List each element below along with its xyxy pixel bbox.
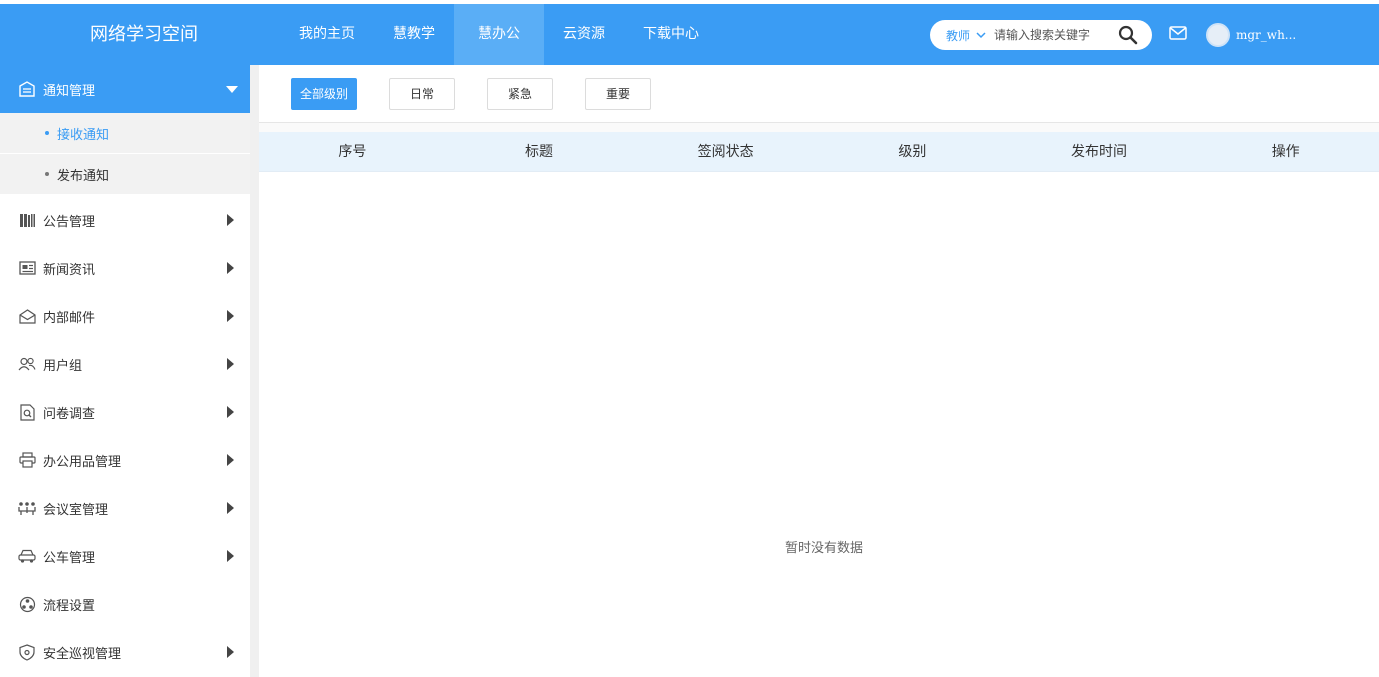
top-header: 网络学习空间 我的主页 慧教学 慧办公 云资源 下载中心 教师 mgr_wh..… <box>0 4 1379 65</box>
user-group-icon <box>18 355 36 373</box>
sidebar-divider <box>250 65 259 677</box>
bullet-icon <box>45 172 49 176</box>
column-header-publish-time: 发布时间 <box>1071 144 1128 160</box>
chevron-down-icon <box>976 31 986 38</box>
sidebar-item-news[interactable]: 新闻资讯 <box>0 244 250 292</box>
sidebar-item-office-supplies[interactable]: 办公用品管理 <box>0 436 250 484</box>
search-icon[interactable] <box>1118 25 1138 45</box>
sidebar-item-label: 公告管理 <box>43 214 96 230</box>
sidebar-item-label: 内部邮件 <box>43 310 96 326</box>
column-header-actions: 操作 <box>1271 144 1300 160</box>
empty-state-text: 暂时没有数据 <box>784 541 863 556</box>
sidebar-item-workflow[interactable]: 流程设置 <box>0 580 250 628</box>
table-header: 序号 标题 签阅状态 级别 发布时间 操作 <box>259 132 1379 172</box>
column-header-level: 级别 <box>898 144 927 160</box>
sidebar-item-announcement[interactable]: 公告管理 <box>0 196 250 244</box>
sidebar-item-label: 公车管理 <box>43 550 96 566</box>
caret-right-icon <box>227 214 234 226</box>
caret-right-icon <box>227 502 234 514</box>
column-header-index: 序号 <box>338 144 367 160</box>
caret-right-icon <box>227 262 234 274</box>
workflow-icon <box>18 595 36 613</box>
submenu-label: 接收通知 <box>57 127 110 143</box>
column-header-title: 标题 <box>525 144 553 160</box>
sidebar-item-user-group[interactable]: 用户组 <box>0 340 250 388</box>
caret-right-icon <box>227 358 234 370</box>
level-filter-bar: 全部级别 日常 紧急 重要 <box>259 65 1379 123</box>
shield-icon <box>18 643 36 661</box>
caret-right-icon <box>227 310 234 322</box>
notice-icon <box>18 80 36 98</box>
caret-right-icon <box>227 406 234 418</box>
filter-all-levels-button[interactable]: 全部级别 <box>291 78 357 110</box>
site-logo[interactable]: 网络学习空间 <box>90 4 198 65</box>
sidebar-item-notice-management[interactable]: 通知管理 <box>0 65 250 113</box>
sidebar-item-label: 安全巡视管理 <box>43 646 122 662</box>
search-type-label: 教师 <box>946 28 971 43</box>
printer-icon <box>18 451 36 469</box>
sidebar-item-label: 会议室管理 <box>43 502 109 518</box>
news-icon <box>18 259 36 277</box>
nav-smart-office[interactable]: 慧办公 <box>454 4 544 65</box>
bullet-icon <box>45 131 49 135</box>
spacer <box>259 123 1379 132</box>
sidebar-item-label: 办公用品管理 <box>43 454 122 470</box>
filter-urgent-button[interactable]: 紧急 <box>487 78 553 110</box>
sidebar-item-label: 用户组 <box>43 358 83 374</box>
car-icon <box>18 547 36 565</box>
nav-cloud-resources[interactable]: 云资源 <box>544 4 624 65</box>
sidebar-item-label: 流程设置 <box>43 598 96 614</box>
column-header-read-status: 签阅状态 <box>697 144 754 160</box>
filter-important-button[interactable]: 重要 <box>585 78 651 110</box>
sidebar: 通知管理 接收通知 发布通知 公告管理 新闻资讯 内部邮件 用户组 问卷调查 办… <box>0 65 250 677</box>
sidebar-item-label: 问卷调查 <box>43 406 96 422</box>
sidebar-item-security-patrol[interactable]: 安全巡视管理 <box>0 628 250 676</box>
mail-icon[interactable] <box>1169 26 1187 44</box>
caret-right-icon <box>227 646 234 658</box>
avatar[interactable] <box>1206 23 1230 47</box>
submenu-label: 发布通知 <box>57 168 110 184</box>
nav-download-center[interactable]: 下载中心 <box>624 4 718 65</box>
search-type-select[interactable]: 教师 <box>946 27 986 44</box>
sidebar-item-survey[interactable]: 问卷调查 <box>0 388 250 436</box>
filter-daily-button[interactable]: 日常 <box>389 78 455 110</box>
main-content: 全部级别 日常 紧急 重要 序号 标题 签阅状态 级别 发布时间 操作 暂时没有… <box>259 65 1379 677</box>
sidebar-item-label: 通知管理 <box>43 83 96 99</box>
main-nav: 我的主页 慧教学 慧办公 云资源 下载中心 <box>280 4 718 65</box>
nav-my-home[interactable]: 我的主页 <box>280 4 374 65</box>
sidebar-item-label: 新闻资讯 <box>43 262 96 278</box>
submenu-receive-notice[interactable]: 接收通知 <box>0 113 250 153</box>
sidebar-item-internal-mail[interactable]: 内部邮件 <box>0 292 250 340</box>
books-icon <box>18 211 36 229</box>
username[interactable]: mgr_wh... <box>1236 23 1296 47</box>
search-input[interactable] <box>994 28 1113 42</box>
nav-smart-teaching[interactable]: 慧教学 <box>374 4 454 65</box>
caret-right-icon <box>227 550 234 562</box>
search-box: 教师 <box>930 20 1152 50</box>
open-mail-icon <box>18 307 36 325</box>
caret-down-icon <box>226 86 238 93</box>
submenu-publish-notice[interactable]: 发布通知 <box>0 154 250 194</box>
sidebar-item-meeting-room[interactable]: 会议室管理 <box>0 484 250 532</box>
meeting-icon <box>18 499 36 517</box>
survey-icon <box>18 403 36 421</box>
caret-right-icon <box>227 454 234 466</box>
sidebar-item-vehicle[interactable]: 公车管理 <box>0 532 250 580</box>
